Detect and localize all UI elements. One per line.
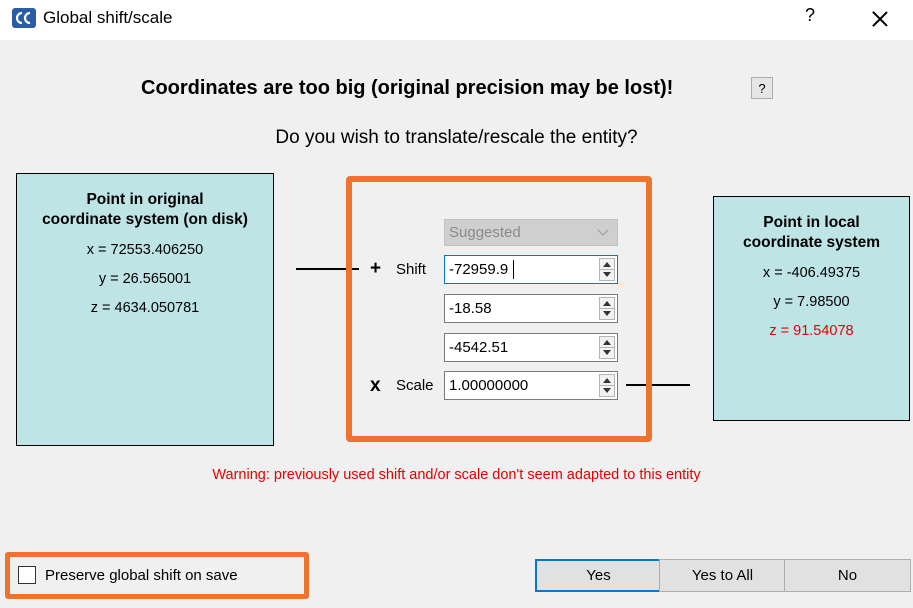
local-y: y = 7.98500	[773, 294, 850, 310]
dialog-heading: Coordinates are too big (original precis…	[141, 77, 674, 99]
title-help-button[interactable]: ?	[800, 5, 820, 26]
no-button[interactable]: No	[784, 559, 911, 592]
local-x: x = -406.49375	[762, 265, 861, 281]
multiply-icon: x	[370, 375, 381, 396]
spin-up-icon[interactable]	[603, 340, 611, 345]
spin-down-icon[interactable]	[603, 272, 611, 277]
scale-value: 1.00000000	[449, 377, 529, 394]
spin-up-icon[interactable]	[603, 301, 611, 306]
original-panel-title: Point in original coordinate system (on …	[17, 190, 273, 230]
original-x: x = 72553.406250	[86, 242, 204, 258]
original-coordinates-panel: Point in original coordinate system (on …	[16, 173, 274, 446]
shift-y-stepper[interactable]	[599, 297, 615, 320]
window-title: Global shift/scale	[43, 8, 173, 27]
yes-to-all-button[interactable]: Yes to All	[659, 559, 786, 592]
local-coordinates-panel: Point in local coordinate system x = -40…	[713, 196, 910, 421]
scale-spinbox[interactable]: 1.00000000	[444, 371, 618, 400]
title-bar: Global shift/scale ?	[0, 0, 913, 40]
original-y: y = 26.565001	[98, 271, 192, 287]
original-title-line1: Point in original	[86, 191, 204, 208]
warning-message: Warning: previously used shift and/or sc…	[212, 467, 701, 483]
shift-y-spinbox[interactable]: -18.58	[444, 294, 618, 323]
heading-help-button[interactable]: ?	[751, 77, 773, 99]
local-panel-title: Point in local coordinate system	[714, 213, 909, 253]
shift-x-stepper[interactable]	[599, 258, 615, 281]
dialog-question: Do you wish to translate/rescale the ent…	[275, 127, 638, 148]
local-title-line1: Point in local	[763, 214, 860, 231]
shift-y-value: -18.58	[449, 300, 492, 317]
text-caret	[513, 260, 514, 279]
spin-down-icon[interactable]	[603, 311, 611, 316]
spin-down-icon[interactable]	[603, 388, 611, 393]
shift-x-value: -72959.9	[449, 261, 509, 278]
spin-down-icon[interactable]	[603, 350, 611, 355]
plus-icon: +	[370, 258, 382, 279]
shift-x-spinbox[interactable]: -72959.9	[444, 255, 618, 284]
local-title-line2: coordinate system	[743, 234, 880, 251]
spin-up-icon[interactable]	[603, 378, 611, 383]
cloudcompare-app-icon	[12, 8, 36, 28]
preset-value: Suggested	[449, 224, 521, 241]
yes-button[interactable]: Yes	[535, 559, 662, 592]
shift-label: Shift	[396, 261, 427, 278]
scale-label: Scale	[396, 377, 434, 394]
preserve-shift-label[interactable]: Preserve global shift on save	[45, 567, 238, 584]
preset-combobox[interactable]: Suggested	[444, 219, 618, 246]
shift-z-stepper[interactable]	[599, 336, 615, 359]
local-z: z = 91.54078	[769, 323, 854, 339]
original-title-line2: coordinate system (on disk)	[42, 211, 248, 228]
scale-stepper[interactable]	[599, 374, 615, 397]
shift-z-spinbox[interactable]: -4542.51	[444, 333, 618, 362]
chevron-down-icon	[597, 224, 609, 236]
spin-up-icon[interactable]	[603, 262, 611, 267]
original-z: z = 4634.050781	[90, 300, 200, 316]
preserve-shift-checkbox[interactable]	[18, 566, 36, 584]
shift-z-value: -4542.51	[449, 339, 509, 356]
close-icon[interactable]	[866, 5, 894, 33]
